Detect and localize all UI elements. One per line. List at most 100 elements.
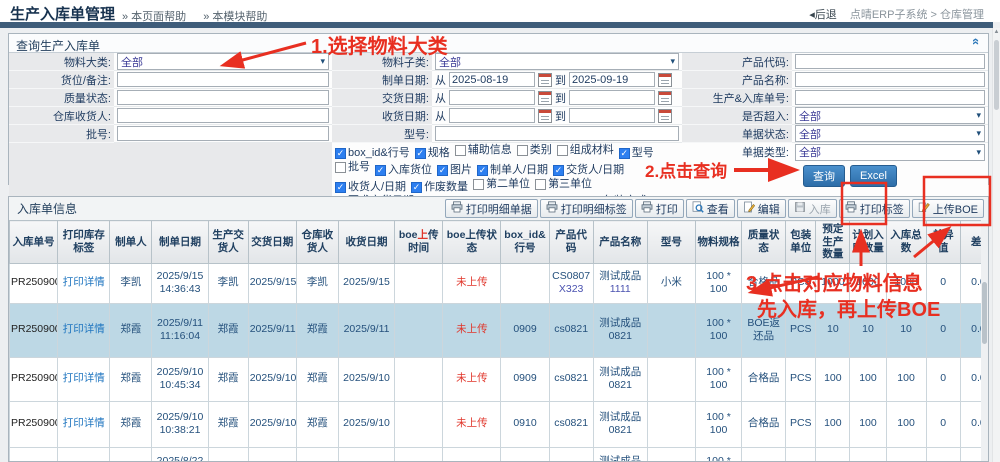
column-header[interactable]: 预定生产数量 (816, 221, 850, 264)
prod-order-no-input[interactable] (795, 90, 985, 105)
display-option[interactable]: 第二单位 (473, 178, 530, 191)
column-header[interactable]: 物料规格 (695, 221, 741, 264)
calendar-icon[interactable] (538, 109, 552, 123)
excel-button[interactable]: Excel (850, 165, 897, 187)
column-header[interactable]: 制单日期 (152, 221, 208, 264)
print-detail-link[interactable]: 打印详情 (59, 276, 108, 290)
checkbox-icon[interactable] (557, 145, 568, 156)
column-header[interactable]: 包装单位 (786, 221, 816, 264)
display-option[interactable]: 类别 (517, 144, 552, 157)
doc-type-select[interactable]: 全部▾ (795, 144, 985, 161)
checkbox-icon[interactable]: ✓ (477, 165, 488, 176)
column-header[interactable]: 质量状态 (742, 221, 786, 264)
display-option[interactable]: 批号 (335, 161, 370, 174)
checkbox-icon[interactable]: ✓ (375, 165, 386, 176)
print-detail-doc-button[interactable]: 打印明细单据 (445, 199, 538, 218)
page-scrollbar-thumb[interactable] (994, 40, 999, 110)
display-option[interactable]: ✓交货人/日期 (553, 164, 624, 177)
model-input[interactable] (435, 126, 679, 141)
column-header[interactable]: 计划入库数量 (850, 221, 886, 264)
display-option[interactable]: ✓型号 (619, 147, 654, 160)
calendar-icon[interactable] (538, 91, 552, 105)
column-header[interactable]: boe上传状态 (443, 221, 501, 264)
material-subclass-select[interactable]: 全部▾ (435, 53, 679, 70)
display-option[interactable]: ✓入库货位 (375, 164, 432, 177)
table-row[interactable]: PR250900001打印详情郑霞2025/9/1010:38:21郑霞2025… (10, 401, 985, 447)
warehouse-receiver-input[interactable] (117, 108, 329, 123)
material-class-select[interactable]: 全部▾ (117, 53, 329, 70)
display-option[interactable]: ✓收货人/日期 (335, 181, 406, 194)
make-date-to-input[interactable] (569, 72, 655, 87)
column-header[interactable]: 入库总数 (886, 221, 926, 264)
calendar-icon[interactable] (658, 109, 672, 123)
query-button[interactable]: 查询 (803, 165, 845, 187)
display-option[interactable]: ✓规格 (415, 147, 450, 160)
receive-date-from-input[interactable] (449, 108, 535, 123)
column-header[interactable]: 制单人 (110, 221, 152, 264)
checkbox-icon[interactable]: ✓ (553, 165, 564, 176)
delivery-date-to-input[interactable] (569, 90, 655, 105)
display-option[interactable]: ✓作废数量 (411, 181, 468, 194)
print-detail-link[interactable]: 打印详情 (59, 372, 108, 386)
make-date-from-input[interactable] (449, 72, 535, 87)
doc-status-select[interactable]: 全部▾ (795, 125, 985, 142)
location-remark-input[interactable] (117, 72, 329, 87)
upload-boe-button[interactable]: 上传BOE (912, 199, 984, 218)
table-row[interactable]: PR2500035打印详情郑霞2025/8/2215:43:58郑霞2025/8… (10, 447, 985, 461)
calendar-icon[interactable] (658, 91, 672, 105)
print-detail-label-button[interactable]: 打印明细标签 (540, 199, 633, 218)
view-button[interactable]: 查看 (686, 199, 735, 218)
product-name-input[interactable] (795, 72, 985, 87)
inbound-button[interactable]: 入库 (788, 199, 837, 218)
batch-no-input[interactable] (117, 126, 329, 141)
column-header[interactable]: boe上传时间 (395, 221, 443, 264)
print-button[interactable]: 打印 (635, 199, 684, 218)
checkbox-icon[interactable]: ✓ (619, 148, 630, 159)
checkbox-icon[interactable]: ✓ (437, 165, 448, 176)
table-row[interactable]: PR250900004打印详情李凯2025/9/1514:36:43李凯2025… (10, 263, 985, 303)
print-detail-link[interactable]: 打印详情 (59, 323, 108, 337)
table-row[interactable]: PR250900002打印详情郑霞2025/9/1010:45:34郑霞2025… (10, 357, 985, 401)
collapse-icon[interactable]: « (969, 38, 984, 45)
breadcrumb[interactable]: 点晴ERP子系统 > 仓库管理 (850, 9, 984, 21)
checkbox-icon[interactable] (535, 179, 546, 190)
column-header[interactable]: 产品名称 (593, 221, 647, 264)
table-scrollbar-thumb[interactable] (982, 282, 987, 344)
edit-button[interactable]: 编辑 (737, 199, 786, 218)
over-entry-select[interactable]: 全部▾ (795, 107, 985, 124)
column-header[interactable]: 打印库存标签 (58, 221, 110, 264)
display-option[interactable]: ✓图片 (437, 164, 472, 177)
checkbox-icon[interactable] (517, 145, 528, 156)
calendar-icon[interactable] (658, 73, 672, 87)
receive-date-to-input[interactable] (569, 108, 655, 123)
column-header[interactable]: 差异值 (926, 221, 960, 264)
display-option[interactable]: 组成材料 (557, 144, 614, 157)
checkbox-icon[interactable]: ✓ (335, 182, 346, 193)
delivery-date-from-input[interactable] (449, 90, 535, 105)
checkbox-icon[interactable] (335, 162, 346, 173)
print-detail-link[interactable]: 打印详情 (59, 417, 108, 431)
back-link[interactable]: ◂后退 (809, 9, 837, 21)
column-header[interactable]: 仓库收货人 (296, 221, 338, 264)
checkbox-icon[interactable]: ✓ (411, 182, 422, 193)
display-option[interactable]: ✓制单人/日期 (477, 164, 548, 177)
display-option[interactable]: ✓box_id&行号 (335, 147, 410, 160)
column-header[interactable]: 产品代码 (549, 221, 593, 264)
column-header[interactable]: 入库单号 (10, 221, 58, 264)
checkbox-icon[interactable]: ✓ (335, 148, 346, 159)
column-header[interactable]: 收货日期 (338, 221, 394, 264)
checkbox-icon[interactable]: ✓ (415, 148, 426, 159)
calendar-icon[interactable] (538, 73, 552, 87)
quality-status-input[interactable] (117, 90, 329, 105)
display-option[interactable]: 第三单位 (535, 178, 592, 191)
page-scrollbar[interactable]: ▲ (992, 28, 1000, 462)
column-header[interactable]: 生产交货人 (208, 221, 248, 264)
display-option[interactable]: 辅助信息 (455, 144, 512, 157)
product-code-input[interactable] (795, 54, 985, 69)
column-header[interactable]: box_id&行号 (501, 221, 549, 264)
checkbox-icon[interactable] (455, 145, 466, 156)
print-label-button[interactable]: 打印标签 (839, 199, 910, 218)
column-header[interactable]: 交货日期 (248, 221, 296, 264)
table-scrollbar[interactable] (981, 220, 988, 461)
column-header[interactable]: 型号 (647, 221, 695, 264)
